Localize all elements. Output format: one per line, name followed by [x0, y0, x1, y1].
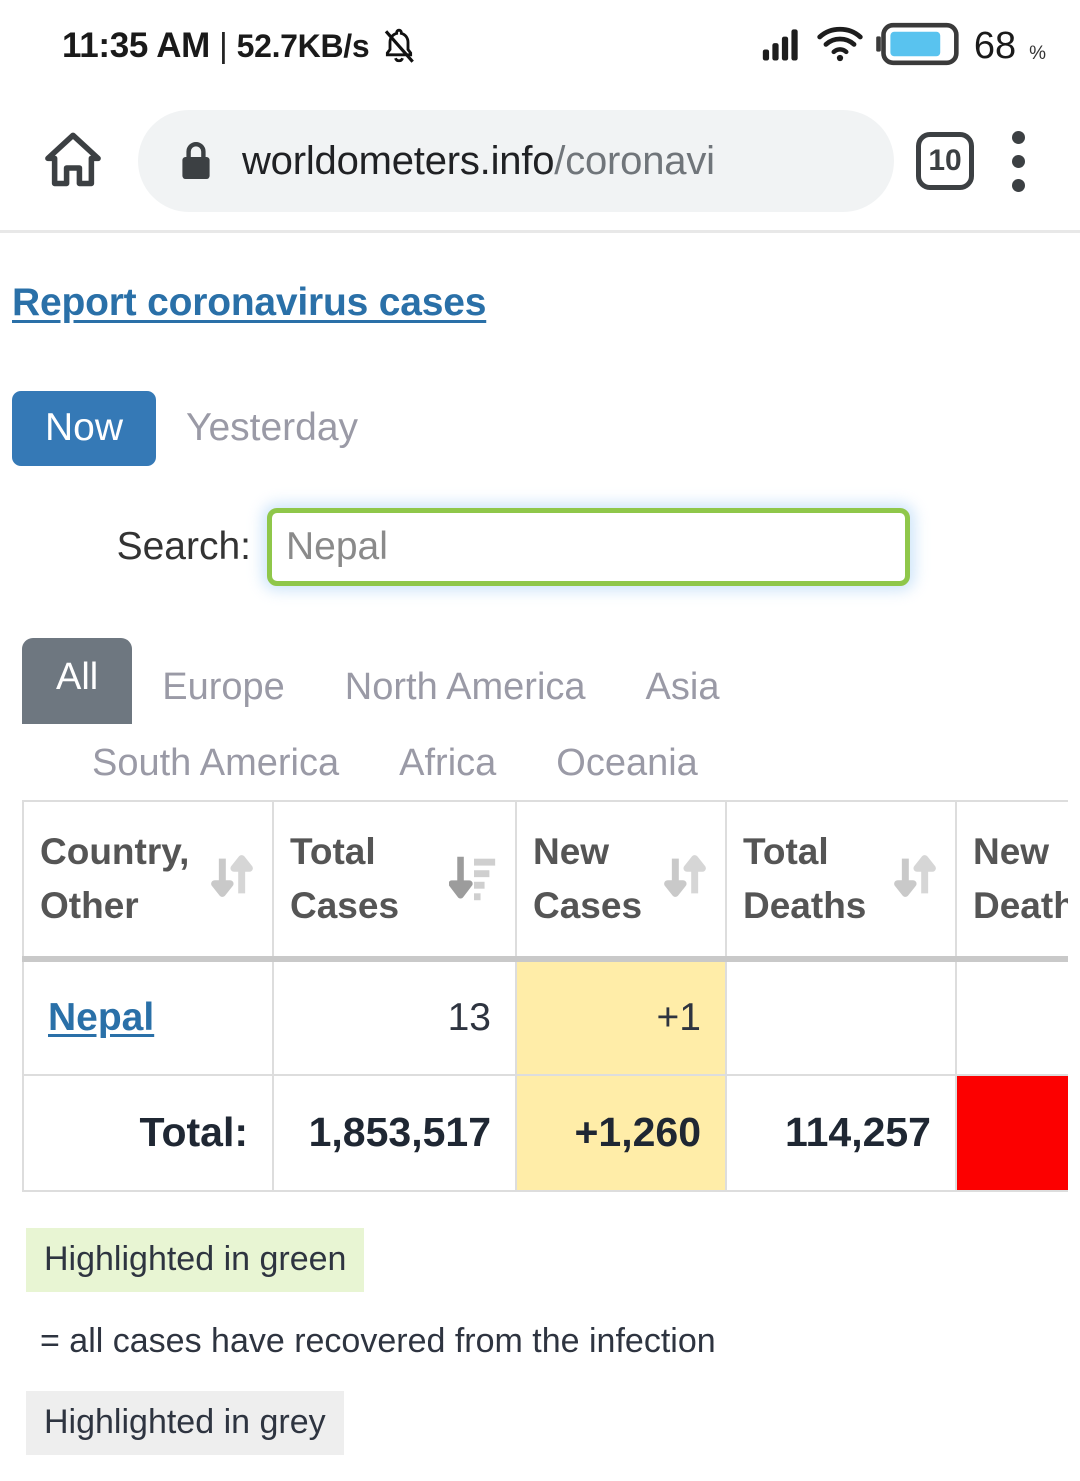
table-header-row: Country, Other Total Cases New Cases Tot… [22, 799, 1068, 962]
col-line2: Cases [533, 884, 643, 926]
region-tab-south-america[interactable]: South America [62, 730, 369, 800]
menu-dot [1011, 154, 1025, 168]
page-content: Report coronavirus cases Now Yesterday S… [0, 233, 1080, 1455]
table-total-row: Total: 1,853,517 +1,260 114,257 [22, 1073, 1068, 1192]
region-tabs-row-1: All Europe North America Asia [22, 638, 1068, 724]
legend-green-description: = all cases have recovered from the infe… [40, 1321, 716, 1360]
search-label: Search: [116, 525, 251, 568]
table-row: Nepal 13 +1 [22, 957, 1068, 1076]
col-line1: New [973, 831, 1050, 873]
legend-grey-chip: Highlighted in grey [26, 1390, 344, 1455]
column-header-new-cases[interactable]: New Cases [515, 799, 727, 962]
region-tabs-row-2: South America Africa Oceania [22, 730, 1068, 800]
cell-total-label: Total: [22, 1073, 274, 1192]
search-input[interactable] [267, 508, 910, 586]
cell-total-cases: 13 [272, 957, 517, 1076]
status-bar: 11:35 AM | 52.7KB/s 68 % [0, 0, 1080, 92]
legend-green-chip: Highlighted in green [26, 1227, 365, 1292]
region-filter-tabs: All Europe North America Asia South Amer… [12, 638, 1068, 800]
home-icon[interactable] [30, 118, 116, 204]
col-line1: Total [743, 831, 829, 873]
region-tab-africa[interactable]: Africa [369, 730, 526, 800]
tab-counter-button[interactable]: 10 [916, 132, 974, 190]
region-tab-all[interactable]: All [22, 638, 133, 724]
column-header-new-deaths[interactable]: New Deaths [955, 799, 1068, 962]
menu-dot [1011, 130, 1025, 144]
col-line2: Cases [290, 884, 400, 926]
col-line1: Total [290, 831, 376, 873]
column-header-total-deaths[interactable]: Total Deaths [725, 799, 957, 962]
status-bar-right: 68 % [761, 21, 1046, 72]
column-header-new-cases-label: New Cases [533, 825, 642, 932]
col-line2: Deaths [743, 884, 867, 926]
country-link-nepal[interactable]: Nepal [48, 996, 154, 1039]
status-separator: | [219, 26, 228, 65]
url-domain: worldometers.info [242, 138, 555, 183]
lock-icon [176, 137, 216, 185]
network-speed: 52.7KB/s [236, 27, 370, 64]
cell-new-cases: +1 [515, 957, 727, 1076]
column-header-total-cases-label: Total Cases [290, 825, 399, 932]
col-line2: Other [40, 884, 139, 926]
table-header: Country, Other Total Cases New Cases Tot… [22, 799, 1068, 962]
column-header-total-deaths-label: Total Deaths [743, 825, 866, 932]
sort-both-icon [661, 847, 709, 910]
now-tab-button[interactable]: Now [12, 391, 157, 466]
column-header-country-label: Country, Other [40, 825, 189, 932]
sort-both-icon [208, 847, 256, 910]
col-line1: Country, [40, 831, 190, 873]
coronavirus-table: Country, Other Total Cases New Cases Tot… [22, 799, 1068, 1192]
cell-total-new-deaths [955, 1073, 1068, 1192]
sort-descending-icon [448, 847, 499, 910]
overflow-menu-icon[interactable] [982, 121, 1054, 201]
cellular-signal-icon [761, 25, 805, 68]
col-line1: New [533, 831, 610, 873]
table-legend: Highlighted in green = all cases have re… [12, 1227, 1068, 1455]
cell-new-deaths [955, 957, 1068, 1076]
tab-count-label: 10 [928, 144, 962, 177]
status-bar-left: 11:35 AM | 52.7KB/s [62, 24, 419, 68]
col-line2: Deaths [973, 884, 1068, 926]
column-header-new-deaths-label: New Deaths [973, 825, 1068, 932]
region-tab-oceania[interactable]: Oceania [526, 730, 728, 800]
search-row: Search: [12, 508, 1068, 586]
table-body: Nepal 13 +1 Total: 1,853,517 +1,260 114,… [22, 957, 1068, 1192]
day-toggle-group: Now Yesterday [12, 391, 1068, 466]
sort-both-icon [891, 847, 939, 910]
cell-total-deaths [725, 957, 957, 1076]
browser-toolbar: worldometers.info/coronavi 10 [0, 92, 1080, 230]
region-tab-europe[interactable]: Europe [132, 654, 315, 724]
region-tab-north-america[interactable]: North America [315, 654, 616, 724]
battery-icon [875, 21, 961, 72]
yesterday-tab-button[interactable]: Yesterday [156, 391, 388, 466]
cell-total-total-deaths: 114,257 [725, 1073, 957, 1192]
address-bar-url: worldometers.info/coronavi [242, 139, 715, 184]
cell-country: Nepal [22, 957, 274, 1076]
coronavirus-table-container: Country, Other Total Cases New Cases Tot… [12, 799, 1068, 1192]
menu-dot [1011, 178, 1025, 192]
wifi-icon [816, 25, 864, 68]
region-tab-asia[interactable]: Asia [616, 654, 750, 724]
column-header-total-cases[interactable]: Total Cases [272, 799, 517, 962]
cell-total-total-cases: 1,853,517 [272, 1073, 517, 1192]
battery-percent: 68 [973, 24, 1017, 67]
battery-percent-symbol: % [1029, 42, 1046, 64]
report-coronavirus-cases-link[interactable]: Report coronavirus cases [12, 281, 486, 325]
address-bar[interactable]: worldometers.info/coronavi [138, 110, 894, 212]
cell-total-new-cases: +1,260 [515, 1073, 727, 1192]
url-path: /coronavi [554, 138, 715, 183]
column-header-country[interactable]: Country, Other [22, 799, 274, 962]
bell-muted-icon [379, 24, 419, 68]
status-time: 11:35 AM [62, 26, 211, 65]
